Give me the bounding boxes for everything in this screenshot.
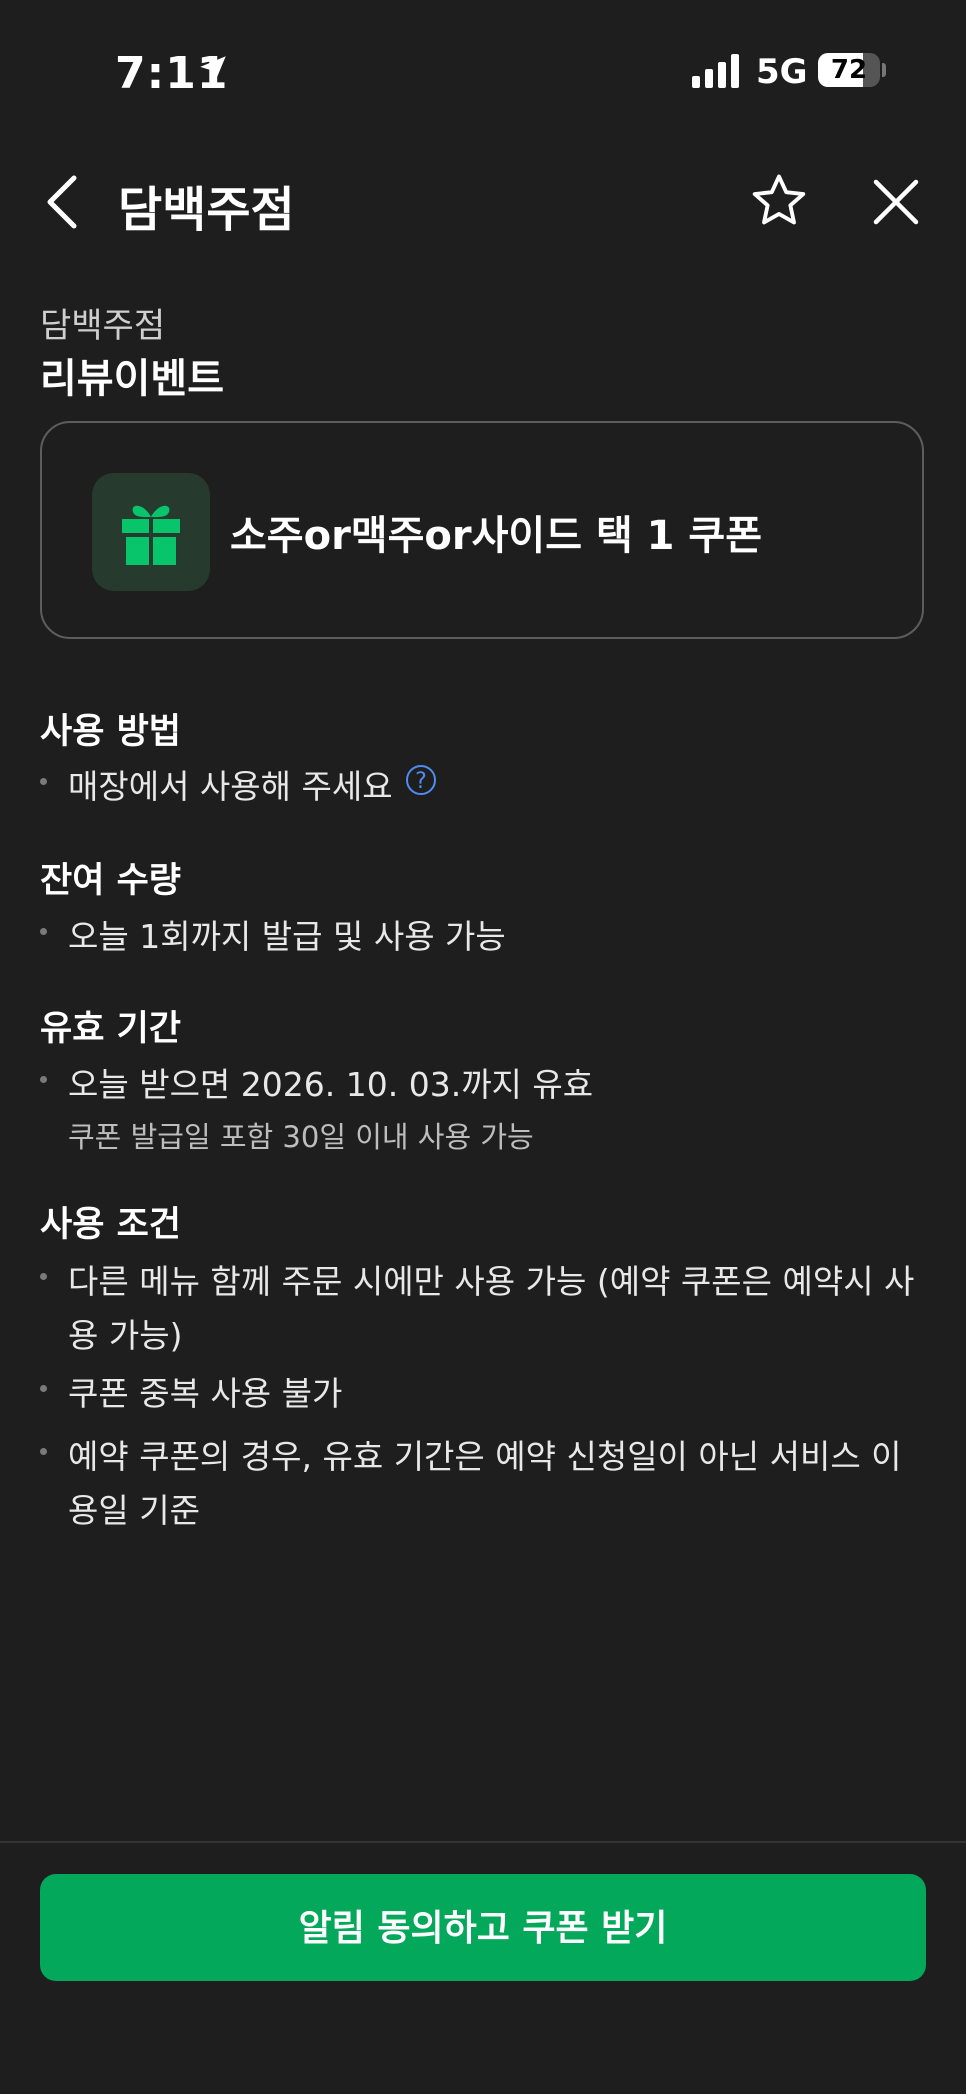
coupon-card: 소주or맥주or사이드 택 1 쿠폰 bbox=[40, 421, 924, 639]
gift-icon bbox=[122, 505, 180, 565]
validity-note: 쿠폰 발급일 포함 30일 이내 사용 가능 bbox=[68, 1120, 534, 1154]
bullet bbox=[40, 1385, 47, 1392]
event-title: 리뷰이벤트 bbox=[40, 356, 224, 402]
back-chevron-icon[interactable] bbox=[38, 172, 82, 236]
conditions-section-title: 사용 조건 bbox=[40, 1205, 181, 1245]
remaining-section-title: 잔여 수량 bbox=[40, 861, 181, 901]
battery-tip bbox=[882, 63, 886, 77]
usage-item: 매장에서 사용해 주세요 bbox=[68, 767, 393, 806]
star-favorite-icon[interactable] bbox=[748, 170, 810, 236]
network-type: 5G bbox=[756, 52, 808, 92]
condition-item-1-line-2: 용 가능) bbox=[68, 1316, 183, 1355]
cellular-signal-icon bbox=[692, 54, 742, 92]
page-title: 담백주점 bbox=[118, 182, 295, 238]
help-question-icon[interactable]: ? bbox=[406, 765, 436, 795]
bullet bbox=[40, 1273, 47, 1280]
bullet bbox=[40, 1448, 47, 1455]
validity-item: 오늘 받으면 2026. 10. 03.까지 유효 bbox=[68, 1065, 594, 1104]
usage-section-title: 사용 방법 bbox=[40, 712, 181, 752]
bullet bbox=[40, 1076, 47, 1083]
status-bar: 7:11 5G 72 bbox=[0, 0, 966, 140]
validity-section-title: 유효 기간 bbox=[40, 1009, 181, 1049]
condition-item-3-line-1: 예약 쿠폰의 경우, 유효 기간은 예약 신청일이 아닌 서비스 이 bbox=[68, 1437, 902, 1476]
bullet bbox=[40, 928, 47, 935]
battery-percent: 72 bbox=[830, 55, 868, 85]
condition-item-3-line-2: 용일 기준 bbox=[68, 1491, 200, 1530]
bottom-divider bbox=[0, 1841, 966, 1843]
battery-icon: 72 bbox=[818, 53, 880, 87]
condition-item-2: 쿠폰 중복 사용 불가 bbox=[68, 1374, 343, 1413]
coupon-name: 소주or맥주or사이드 택 1 쿠폰 bbox=[230, 513, 763, 559]
location-arrow-icon bbox=[196, 52, 230, 90]
bullet bbox=[40, 778, 47, 785]
gift-icon-tile bbox=[92, 473, 210, 591]
remaining-item: 오늘 1회까지 발급 및 사용 가능 bbox=[68, 917, 506, 956]
store-name: 담백주점 bbox=[40, 306, 166, 346]
condition-item-1-line-1: 다른 메뉴 함께 주문 시에만 사용 가능 (예약 쿠폰은 예약시 사 bbox=[68, 1262, 915, 1301]
close-icon[interactable] bbox=[872, 178, 920, 230]
get-coupon-button[interactable]: 알림 동의하고 쿠폰 받기 bbox=[40, 1874, 926, 1981]
